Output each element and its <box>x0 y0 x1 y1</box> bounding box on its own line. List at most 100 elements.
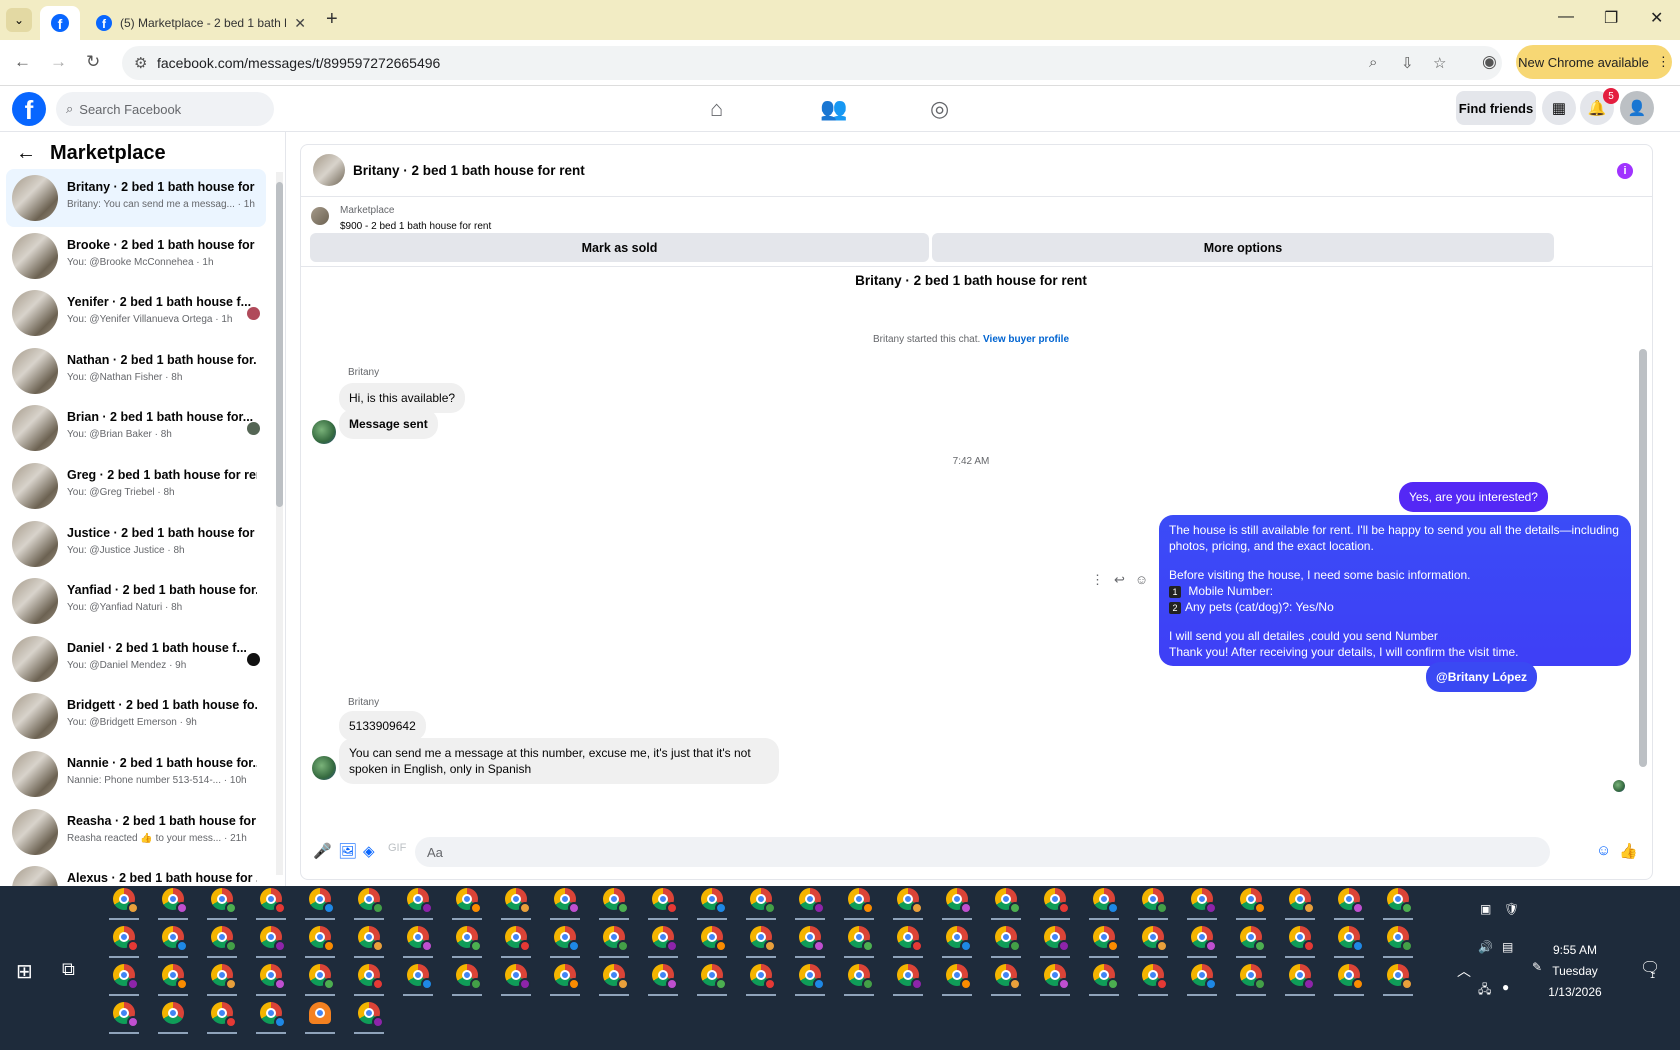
outgoing-message[interactable]: Yes, are you interested? <box>1399 482 1548 512</box>
conversation-item[interactable]: Brian · 2 bed 1 bath house for... You: @B… <box>6 399 266 457</box>
chrome-profile-icon[interactable] <box>456 926 482 952</box>
view-buyer-profile-link[interactable]: View buyer profile <box>983 334 1069 345</box>
chrome-profile-icon[interactable] <box>750 926 776 952</box>
chrome-profile-icon[interactable] <box>1142 926 1168 952</box>
chrome-profile-icon[interactable] <box>1044 888 1070 914</box>
listing-thumbnail[interactable] <box>313 154 345 186</box>
chrome-profile-icon[interactable] <box>946 964 972 990</box>
chrome-profile-icon[interactable] <box>799 926 825 952</box>
profile-icon[interactable]: ◉ <box>1482 52 1497 72</box>
zoom-icon[interactable]: ⌕ <box>1369 54 1377 71</box>
chrome-profile-icon[interactable] <box>1191 964 1217 990</box>
chrome-profile-icon[interactable] <box>946 888 972 914</box>
chrome-profile-icon[interactable] <box>848 888 874 914</box>
sidebar-scrollbar[interactable] <box>276 172 283 875</box>
chrome-profile-icon[interactable] <box>505 926 531 952</box>
chrome-profile-icon[interactable] <box>1338 888 1364 914</box>
thread-scroll-thumb[interactable] <box>1639 349 1647 767</box>
conversation-item[interactable]: Daniel · 2 bed 1 bath house f... You: @Da… <box>6 630 266 688</box>
chrome-profile-icon[interactable] <box>1289 888 1315 914</box>
chrome-profile-icon[interactable] <box>407 888 433 914</box>
chrome-profile-icon[interactable] <box>701 964 727 990</box>
chrome-profile-icon[interactable] <box>162 888 188 914</box>
chat-title[interactable]: Britany · 2 bed 1 bath house for rent <box>353 163 585 178</box>
chrome-profile-icon[interactable] <box>652 888 678 914</box>
chrome-profile-icon[interactable] <box>505 888 531 914</box>
chrome-profile-icon[interactable] <box>1387 964 1413 990</box>
reply-icon[interactable]: ↩ <box>1114 572 1125 588</box>
chrome-profile-icon[interactable] <box>1044 926 1070 952</box>
cloudflare-icon[interactable] <box>309 1002 331 1024</box>
conversation-item[interactable]: Greg · 2 bed 1 bath house for rent You: @… <box>6 457 266 515</box>
chrome-profile-icon[interactable] <box>113 964 139 990</box>
network-icon[interactable]: 🖧 <box>1478 980 1491 1001</box>
chrome-profile-icon[interactable] <box>1093 964 1119 990</box>
chrome-profile-icon[interactable] <box>995 888 1021 914</box>
facebook-search[interactable]: ⌕ Search Facebook <box>56 92 274 126</box>
restore-button[interactable]: ❐ <box>1604 8 1618 28</box>
security-icon[interactable]: 🛡 <box>1504 902 1519 916</box>
chrome-profile-icon[interactable] <box>750 964 776 990</box>
chrome-profile-icon[interactable] <box>211 1002 237 1028</box>
tab-pinned-facebook[interactable]: f <box>40 6 80 40</box>
chrome-profile-icon[interactable] <box>1387 926 1413 952</box>
chrome-profile-icon[interactable] <box>358 1002 384 1028</box>
chrome-profile-icon[interactable] <box>848 964 874 990</box>
task-view-icon[interactable]: ⧉ <box>62 959 75 980</box>
chrome-profile-icon[interactable] <box>799 964 825 990</box>
chrome-profile-icon[interactable] <box>456 964 482 990</box>
outgoing-message[interactable]: The house is still available for rent. I… <box>1159 515 1631 666</box>
chrome-profile-icon[interactable] <box>554 926 580 952</box>
microphone-icon[interactable]: 🎤 <box>313 842 332 860</box>
new-tab-button[interactable]: + <box>326 8 338 31</box>
chrome-profile-icon[interactable] <box>113 926 139 952</box>
avatar[interactable] <box>312 420 336 444</box>
chrome-profile-icon[interactable] <box>113 888 139 914</box>
incoming-message[interactable]: You can send me a message at this number… <box>339 738 779 784</box>
chrome-profile-icon[interactable] <box>1240 926 1266 952</box>
chrome-profile-icon[interactable] <box>211 926 237 952</box>
chrome-profile-icon[interactable] <box>750 888 776 914</box>
conversation-item[interactable]: Yenifer · 2 bed 1 bath house f... You: @Y… <box>6 284 266 342</box>
forward-button[interactable]: → <box>50 52 67 72</box>
reload-button[interactable]: ↻ <box>86 52 100 72</box>
chrome-profile-icon[interactable] <box>260 926 286 952</box>
home-icon[interactable]: ⌂ <box>710 96 723 122</box>
like-icon[interactable]: 👍 <box>1619 842 1638 860</box>
chrome-profile-icon[interactable] <box>309 964 335 990</box>
more-vert-icon[interactable]: ⋮ <box>1091 572 1104 588</box>
chrome-profile-icon[interactable] <box>848 926 874 952</box>
chrome-profile-icon[interactable] <box>1191 926 1217 952</box>
site-info-icon[interactable]: ⚙ <box>134 54 147 72</box>
chrome-profile-icon[interactable] <box>603 926 629 952</box>
chrome-profile-icon[interactable] <box>260 1002 286 1028</box>
address-bar[interactable]: ⚙ facebook.com/messages/t/89959727266549… <box>122 46 1502 80</box>
sidebar-scroll-thumb[interactable] <box>276 182 283 507</box>
chrome-profile-icon[interactable] <box>260 964 286 990</box>
chrome-profile-icon[interactable] <box>946 926 972 952</box>
chrome-profile-icon[interactable] <box>1142 888 1168 914</box>
conversation-item[interactable]: Bridgett · 2 bed 1 bath house fo... You: … <box>6 687 266 745</box>
menu-grid-button[interactable]: ▦ <box>1542 91 1576 125</box>
chrome-profile-icon[interactable] <box>113 1002 139 1028</box>
chrome-profile-icon[interactable] <box>1191 888 1217 914</box>
more-options-button[interactable]: More options <box>932 233 1554 262</box>
conversation-item[interactable]: Britany · 2 bed 1 bath house for ... Brit… <box>6 169 266 227</box>
incoming-message[interactable]: 5133909642 <box>339 711 426 741</box>
back-button[interactable]: ← <box>14 52 31 72</box>
info-icon[interactable]: i <box>1617 163 1633 179</box>
chrome-profile-icon[interactable] <box>211 964 237 990</box>
conversation-item[interactable]: Alexus · 2 bed 1 bath house for ... <box>6 860 266 886</box>
tab-marketplace[interactable]: f (5) Marketplace - 2 bed 1 bath house f… <box>86 6 316 40</box>
emoji-icon[interactable]: ☺ <box>1596 842 1611 859</box>
chrome-profile-icon[interactable] <box>1387 888 1413 914</box>
bookmark-star-icon[interactable]: ☆ <box>1433 54 1446 72</box>
chrome-profile-icon[interactable] <box>652 926 678 952</box>
facebook-logo[interactable]: f <box>12 92 46 126</box>
chrome-profile-icon[interactable] <box>603 964 629 990</box>
antivirus-icon[interactable]: ● <box>1502 980 1509 994</box>
windows-start-icon[interactable]: ⊞ <box>16 959 33 984</box>
chrome-profile-icon[interactable] <box>358 926 384 952</box>
conversation-item[interactable]: Nannie · 2 bed 1 bath house for... Nannie… <box>6 745 266 803</box>
chevron-up-icon[interactable]: ︿ <box>1457 961 1471 981</box>
